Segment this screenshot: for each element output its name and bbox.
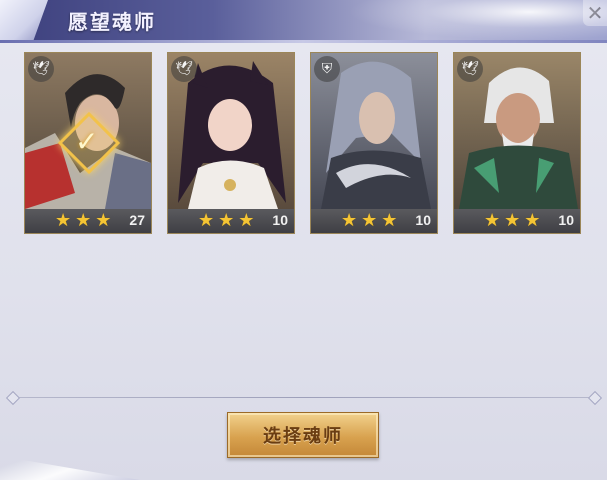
character-card-2[interactable]: 🕊 ★ ★ ★ 10 bbox=[167, 52, 295, 234]
star-rating: ★ ★ ★ bbox=[198, 211, 254, 231]
bird-icon: 🕊 bbox=[457, 56, 483, 82]
star-icon: ★ bbox=[218, 210, 235, 231]
select-soulmaster-button[interactable]: 选择魂师 bbox=[227, 412, 379, 458]
level-number: 10 bbox=[272, 212, 288, 228]
star-icon: ★ bbox=[381, 210, 398, 231]
card-footer: ★ ★ ★ 10 bbox=[311, 209, 437, 233]
card-footer: ★ ★ ★ 10 bbox=[168, 209, 294, 233]
decorative-swoosh bbox=[0, 456, 140, 480]
header-ornament bbox=[0, 0, 48, 40]
star-icon: ★ bbox=[484, 210, 501, 231]
level-number: 27 bbox=[129, 212, 145, 228]
card-list: 🕊 ✓ ★ ★ ★ 27 🕊 ★ ★ ★ 10 ⛨ ★ ★ ★ 10 🕊 ★ ★… bbox=[24, 52, 584, 234]
card-footer: ★ ★ ★ 27 bbox=[25, 209, 151, 233]
level-number: 10 bbox=[558, 212, 574, 228]
card-footer: ★ ★ ★ 10 bbox=[454, 209, 580, 233]
star-icon: ★ bbox=[198, 210, 215, 231]
star-icon: ★ bbox=[341, 210, 358, 231]
page-title: 愿望魂师 bbox=[68, 10, 156, 34]
select-button-label: 选择魂师 bbox=[263, 426, 343, 447]
star-icon: ★ bbox=[55, 210, 72, 231]
star-icon: ★ bbox=[504, 210, 521, 231]
character-card-3[interactable]: ⛨ ★ ★ ★ 10 bbox=[310, 52, 438, 234]
header-bar: 愿望魂师 ✕ bbox=[0, 0, 607, 40]
divider-ornament-right bbox=[587, 390, 603, 406]
close-icon: ✕ bbox=[586, 1, 604, 25]
star-rating: ★ ★ ★ bbox=[55, 211, 111, 231]
character-card-1[interactable]: 🕊 ✓ ★ ★ ★ 27 bbox=[24, 52, 152, 234]
character-card-4[interactable]: 🕊 ★ ★ ★ 10 bbox=[453, 52, 581, 234]
star-icon: ★ bbox=[238, 210, 255, 231]
bird-icon: 🕊 bbox=[171, 56, 197, 82]
star-icon: ★ bbox=[361, 210, 378, 231]
level-number: 10 bbox=[415, 212, 431, 228]
divider-ornament-left bbox=[5, 390, 21, 406]
star-rating: ★ ★ ★ bbox=[341, 211, 397, 231]
star-rating: ★ ★ ★ bbox=[484, 211, 540, 231]
star-icon: ★ bbox=[524, 210, 541, 231]
close-button[interactable]: ✕ bbox=[583, 0, 607, 26]
bird-icon: 🕊 bbox=[28, 56, 54, 82]
star-icon: ★ bbox=[95, 210, 112, 231]
section-divider bbox=[12, 397, 594, 398]
header-divider bbox=[0, 40, 607, 43]
star-icon: ★ bbox=[75, 210, 92, 231]
checkmark-icon: ✓ bbox=[75, 125, 99, 158]
shield-icon: ⛨ bbox=[314, 56, 340, 82]
